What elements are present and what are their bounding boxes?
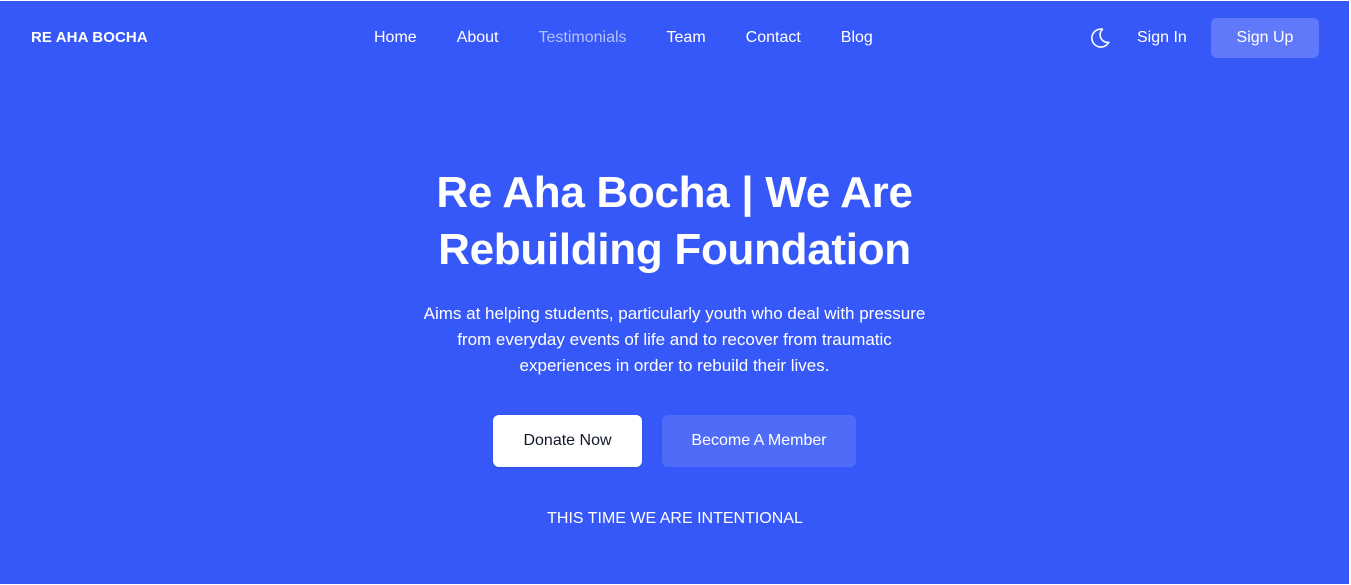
hero-description: Aims at helping students, particularly y… — [380, 301, 969, 379]
nav-item-home[interactable]: Home — [374, 27, 417, 49]
nav-item-about[interactable]: About — [457, 27, 499, 49]
donate-now-button[interactable]: Donate Now — [493, 415, 642, 467]
hero-description-line-3: experiences in order to rebuild their li… — [519, 356, 830, 375]
sign-up-button[interactable]: Sign Up — [1211, 18, 1319, 58]
top-navbar: RE AHA BOCHA Home About Testimonials Tea… — [0, 1, 1349, 77]
nav-item-blog[interactable]: Blog — [841, 27, 873, 49]
moon-icon-graphic — [1091, 28, 1110, 48]
nav-item-testimonials[interactable]: Testimonials — [539, 27, 627, 49]
hero-page: RE AHA BOCHA Home About Testimonials Tea… — [0, 1, 1349, 584]
sign-in-link[interactable]: Sign In — [1137, 27, 1187, 49]
nav-item-contact[interactable]: Contact — [746, 27, 801, 49]
become-member-button[interactable]: Become A Member — [662, 415, 856, 467]
site-logo[interactable]: RE AHA BOCHA — [31, 28, 148, 48]
moon-icon[interactable] — [1088, 26, 1112, 50]
nav-item-team[interactable]: Team — [667, 27, 706, 49]
hero-title-line-1: Re Aha Bocha | We Are — [436, 168, 913, 217]
hero-description-line-1: Aims at helping students, particularly y… — [423, 304, 926, 323]
hero-title: Re Aha Bocha | We Are Rebuilding Foundat… — [300, 164, 1049, 278]
main-nav: Home About Testimonials Team Contact Blo… — [374, 27, 873, 49]
hero-tagline: THIS TIME WE ARE INTENTIONAL — [547, 510, 803, 527]
hero-description-line-2: from everyday events of life and to reco… — [457, 330, 892, 349]
hero-title-line-2: Rebuilding Foundation — [438, 225, 911, 274]
